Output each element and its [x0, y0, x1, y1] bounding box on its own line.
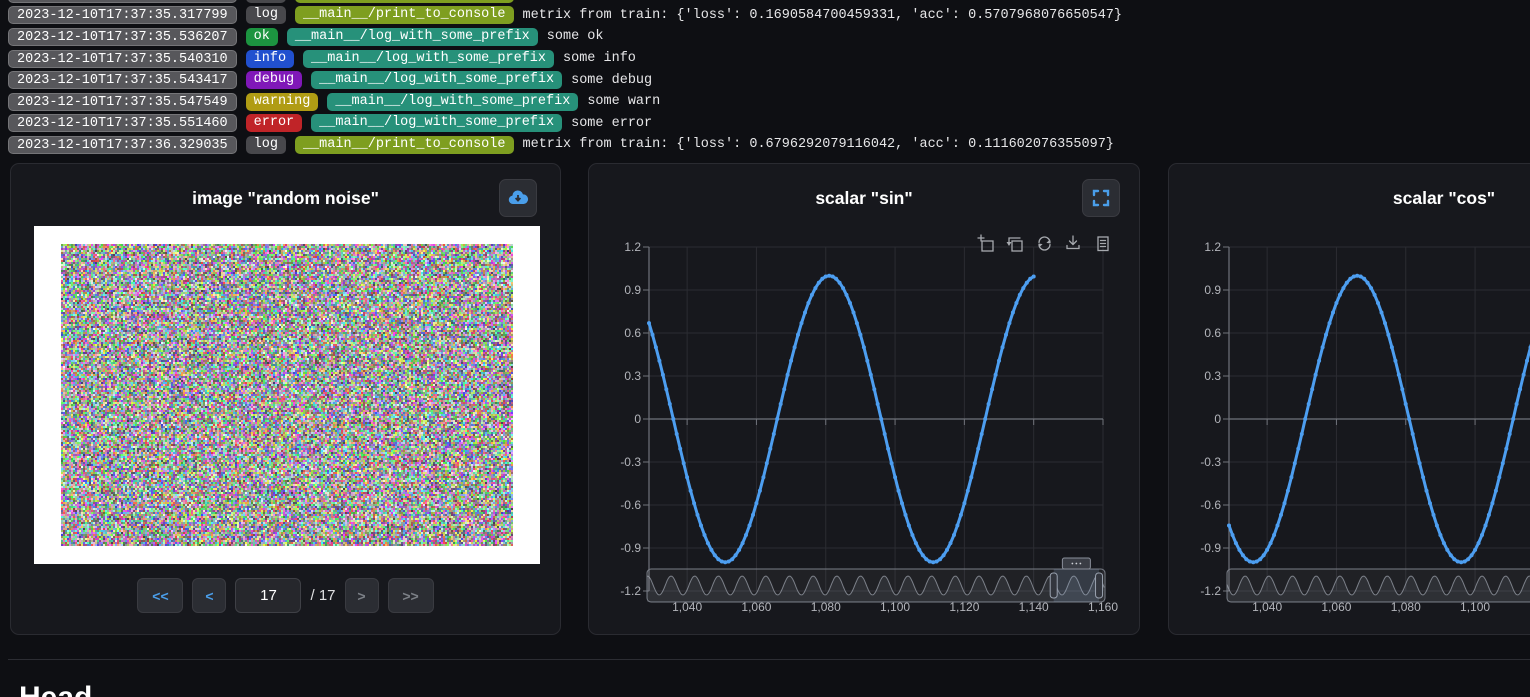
last-page-button[interactable]: >> [388, 578, 434, 613]
cos-chart: 1,0401,0601,0801,1001,1201,1401,1601.20.… [1169, 164, 1530, 636]
cos-card-title: scalar "cos" [1169, 188, 1530, 209]
log-message: some error [571, 116, 652, 131]
image-card-title: image "random noise" [11, 188, 560, 209]
log-row: 2023-12-10T17:37:36.329035 log __main__/… [8, 134, 1530, 156]
module-badge: __main__/log_with_some_prefix [327, 93, 578, 111]
log-level-badge: ok [246, 28, 278, 46]
module-badge: __main__/print_to_console [295, 0, 514, 3]
timestamp-badge: 2023-12-10T17:37:35.547549 [8, 93, 237, 111]
log-level-badge: error [246, 114, 303, 132]
timestamp-badge: 2023-12-10T17:37:35.540310 [8, 50, 237, 68]
log-level-badge: log [246, 0, 286, 3]
page-total-label: / 17 [310, 587, 335, 604]
noise-image [34, 226, 540, 564]
svg-text:0.6: 0.6 [1204, 326, 1221, 340]
svg-text:-0.6: -0.6 [620, 498, 641, 512]
svg-text:0: 0 [1214, 412, 1221, 426]
noise-canvas [61, 244, 513, 546]
svg-text:-1.2: -1.2 [620, 584, 641, 598]
log-level-badge: log [246, 136, 286, 154]
svg-text:0.9: 0.9 [624, 283, 641, 297]
log-row: 2023-12-10T17:37:35.551460 error __main_… [8, 113, 1530, 135]
log-message: some debug [571, 73, 652, 88]
page-number-input[interactable] [235, 578, 301, 613]
svg-text:0.9: 0.9 [1204, 283, 1221, 297]
first-page-button[interactable]: << [137, 578, 183, 613]
log-message: metrix from train: {'loss': 0.6796292079… [523, 137, 1114, 152]
log-level-badge: log [246, 6, 286, 24]
dashboard: 2023-12-10T17:37:35.317799 log __main__/… [0, 0, 1530, 697]
svg-text:-0.9: -0.9 [1200, 541, 1221, 555]
svg-text:-0.3: -0.3 [620, 455, 641, 469]
log-row: 2023-12-10T17:37:35.540310 info __main__… [8, 48, 1530, 70]
log-level-badge: info [246, 50, 294, 68]
sin-chart-card: 1,0401,0601,0801,1001,1201,1401,1601.20.… [588, 163, 1140, 635]
image-card: image "random noise" << < / 17 > >> [10, 163, 561, 635]
log-message: some info [563, 51, 636, 66]
module-badge: __main__/log_with_some_prefix [287, 28, 538, 46]
sin-card-title: scalar "sin" [589, 188, 1139, 209]
sin-chart: 1,0401,0601,0801,1001,1201,1401,1601.20.… [589, 164, 1141, 636]
log-console: 2023-12-10T17:37:35.317799 log __main__/… [0, 0, 1530, 156]
prev-page-button[interactable]: < [192, 578, 226, 613]
timestamp-badge: 2023-12-10T17:37:35.551460 [8, 114, 237, 132]
toolbox-restore-icon[interactable] [1039, 237, 1051, 250]
timestamp-badge: 2023-12-10T17:37:36.329035 [8, 136, 237, 154]
datazoom-left-handle[interactable] [1050, 573, 1057, 598]
module-badge: __main__/log_with_some_prefix [303, 50, 554, 68]
next-page-button[interactable]: > [345, 578, 379, 613]
fullscreen-icon [1091, 188, 1111, 208]
svg-text:-1.2: -1.2 [1200, 584, 1221, 598]
log-row: 2023-12-10T17:37:35.547549 warning __mai… [8, 91, 1530, 113]
svg-text:-0.9: -0.9 [620, 541, 641, 555]
timestamp-badge: 2023-12-10T17:37:35.317799 [8, 6, 237, 24]
svg-text:-0.6: -0.6 [1200, 498, 1221, 512]
timestamp-badge: 2023-12-10T17:37:35.543417 [8, 71, 237, 89]
svg-text:-0.3: -0.3 [1200, 455, 1221, 469]
datazoom-slider[interactable] [1227, 558, 1530, 602]
cloud-download-icon [506, 186, 530, 210]
datazoom-move-handle[interactable] [1062, 558, 1090, 569]
log-message: some ok [547, 29, 604, 44]
cos-chart-card: 1,0401,0601,0801,1001,1201,1401,1601.20.… [1168, 163, 1530, 635]
module-badge: __main__/log_with_some_prefix [311, 71, 562, 89]
timestamp-badge: 2023-12-10T17:37:35.317799 [8, 0, 237, 3]
fullscreen-button[interactable] [1082, 179, 1120, 217]
section-divider [8, 659, 1530, 660]
log-row: 2023-12-10T17:37:35.543417 debug __main_… [8, 69, 1530, 91]
log-level-badge: debug [246, 71, 303, 89]
timestamp-badge: 2023-12-10T17:37:35.536207 [8, 28, 237, 46]
svg-text:0.6: 0.6 [624, 326, 641, 340]
svg-text:1.2: 1.2 [1204, 240, 1221, 254]
log-row: 2023-12-10T17:37:35.317799 log __main__/… [8, 5, 1530, 27]
datazoom-slider[interactable] [647, 558, 1105, 602]
toolbox-box-zoom-icon[interactable] [978, 235, 993, 251]
module-badge: __main__/log_with_some_prefix [311, 114, 562, 132]
svg-text:0: 0 [634, 412, 641, 426]
section-heading: Head [19, 681, 92, 697]
datazoom-window[interactable] [1054, 569, 1099, 602]
log-message: metrix from train: {'loss': 0.1690584700… [523, 8, 1123, 23]
svg-text:0.3: 0.3 [1204, 369, 1221, 383]
datazoom-right-handle[interactable] [1096, 573, 1103, 598]
log-row: 2023-12-10T17:37:35.536207 ok __main__/l… [8, 26, 1530, 48]
log-message: some warn [587, 94, 660, 109]
svg-text:0.3: 0.3 [624, 369, 641, 383]
log-level-badge: warning [246, 93, 319, 111]
module-badge: __main__/print_to_console [295, 136, 514, 154]
image-pagination: << < / 17 > >> [11, 578, 560, 613]
svg-text:1.2: 1.2 [624, 240, 641, 254]
log-message: metrix from train: {'loss': 0.1690584700… [523, 0, 1123, 1]
download-image-button[interactable] [499, 179, 537, 217]
toolbox-zoom-back-icon[interactable] [1007, 238, 1023, 251]
module-badge: __main__/print_to_console [295, 6, 514, 24]
